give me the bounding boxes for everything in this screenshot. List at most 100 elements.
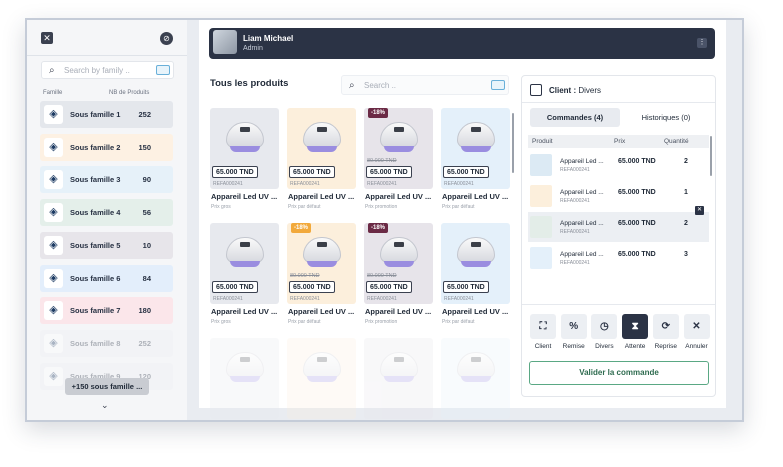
family-thumbnail: ◈ <box>44 333 63 353</box>
uv-lamp-icon <box>303 352 341 382</box>
family-name: Sous famille 2 <box>70 142 121 152</box>
client-scan-icon <box>530 84 542 96</box>
family-thumbnail: ◈ <box>44 235 63 255</box>
order-scrollbar[interactable] <box>710 136 712 176</box>
family-thumbnail: ◈ <box>44 366 63 386</box>
product-column-header: Produit <box>532 138 553 145</box>
old-price: 80.000 TND <box>367 158 397 164</box>
order-line-ref: REFA000241 <box>560 198 590 204</box>
more-menu-icon[interactable]: ⋮ <box>697 38 707 48</box>
order-line-qty[interactable]: 1 <box>684 189 688 196</box>
product-ref: REFA000241 <box>213 181 243 187</box>
search-placeholder: Search by family .. <box>64 66 130 75</box>
old-price: 80.000 TND <box>290 273 320 279</box>
remise-icon[interactable]: % <box>560 314 587 339</box>
price-type: Prix promotion <box>365 204 398 210</box>
family-item[interactable]: ◈ Sous famille 7 180 <box>40 297 173 325</box>
chevron-down-icon[interactable]: ⌄ <box>101 400 109 411</box>
keyboard-icon[interactable] <box>156 65 170 75</box>
product-name: Appareil Led UV ... <box>365 192 432 201</box>
order-line-name: Appareil Led ... <box>560 220 604 227</box>
uv-lamp-icon <box>457 352 495 382</box>
user-name: Liam Michael <box>243 34 294 43</box>
family-name: Sous famille 6 <box>70 273 121 283</box>
close-icon[interactable]: ✕ <box>41 32 53 44</box>
family-column-header: Famille <box>43 90 63 96</box>
order-table-header: Produit Prix Quantité <box>528 135 709 148</box>
product-price: 65.000 TND <box>443 166 489 178</box>
product-price: 65.000 TND <box>289 281 335 293</box>
order-line-name: Appareil Led ... <box>560 251 604 258</box>
family-item[interactable]: ◈ Sous famille 6 84 <box>40 264 173 292</box>
remove-line-icon[interactable]: ✕ <box>695 206 704 215</box>
validate-order-button[interactable]: Valider la commande <box>529 361 709 385</box>
uv-lamp-icon <box>303 237 341 267</box>
price-type: Prix par défaut <box>442 204 475 210</box>
disable-icon[interactable]: ⊘ <box>160 32 173 45</box>
product-ref: REFA000241 <box>367 296 397 302</box>
client-icon[interactable]: ⛶ <box>530 314 556 339</box>
tab-orders[interactable]: Commandes (4) <box>530 108 620 127</box>
family-search-input[interactable]: ⌕ Search by family .. <box>41 61 174 79</box>
discount-badge: -18% <box>291 223 312 233</box>
family-item[interactable]: ◈ Sous famille 1 252 <box>40 101 173 128</box>
family-name: Sous famille 5 <box>70 240 121 250</box>
more-families-button[interactable]: +150 sous famille ... <box>65 378 149 395</box>
product-search-input[interactable]: ⌕ Search .. <box>341 75 509 95</box>
family-item[interactable]: ◈ Sous famille 2 150 <box>40 133 173 161</box>
family-count: 252 <box>138 110 151 119</box>
order-line-qty[interactable]: 2 <box>684 220 688 227</box>
uv-lamp-icon <box>303 122 341 152</box>
action-label: Annuler <box>685 343 708 350</box>
family-item[interactable]: ◈ Sous famille 4 56 <box>40 199 173 227</box>
family-thumbnail: ◈ <box>44 137 63 157</box>
family-count: 252 <box>138 338 151 348</box>
divider <box>522 304 715 305</box>
family-item[interactable]: ◈ Sous famille 8 252 <box>40 329 173 357</box>
family-name: Sous famille 7 <box>70 306 121 316</box>
search-placeholder: Search .. <box>364 81 397 90</box>
attente-icon[interactable]: ⧗ <box>622 314 649 339</box>
product-ref: REFA000241 <box>213 296 243 302</box>
order-line-thumbnail <box>530 154 552 176</box>
order-line-ref: REFA000241 <box>560 260 590 266</box>
product-ref: REFA000241 <box>444 181 474 187</box>
client-label: Client : Divers <box>549 86 602 95</box>
order-line-name: Appareil Led ... <box>560 189 604 196</box>
order-line[interactable]: Appareil Led ... REFA000241 65.000 TND 3 <box>528 243 709 273</box>
family-thumbnail: ◈ <box>44 301 63 321</box>
order-line-qty[interactable]: 3 <box>684 251 688 258</box>
keyboard-icon[interactable] <box>491 80 505 90</box>
uv-lamp-icon <box>380 352 418 382</box>
divider <box>27 55 187 56</box>
family-item[interactable]: ◈ Sous famille 3 90 <box>40 166 173 194</box>
uv-lamp-icon <box>457 237 495 267</box>
count-column-header: NB de Produits <box>109 90 150 96</box>
tab-history[interactable]: Historiques (0) <box>626 108 706 127</box>
order-line[interactable]: Appareil Led ... REFA000241 65.000 TND 1 <box>528 181 709 211</box>
order-line-thumbnail <box>530 185 552 207</box>
price-type: Prix promotion <box>365 319 398 325</box>
family-name: Sous famille 8 <box>70 338 121 348</box>
annuler-icon[interactable]: ✕ <box>683 314 710 339</box>
family-count: 84 <box>142 273 151 283</box>
family-item[interactable]: ◈ Sous famille 5 10 <box>40 231 173 259</box>
family-thumbnail: ◈ <box>44 268 63 288</box>
divider <box>522 102 715 103</box>
family-name: Sous famille 1 <box>70 110 121 119</box>
avatar[interactable] <box>213 30 237 54</box>
product-name: Appareil Led UV ... <box>442 192 509 201</box>
products-scrollbar[interactable] <box>512 113 514 173</box>
order-line-qty[interactable]: 2 <box>684 158 688 165</box>
order-line[interactable]: Appareil Led ... REFA000241 65.000 TND 2… <box>528 206 709 242</box>
price-type: Prix par défaut <box>442 319 475 325</box>
reprise-icon[interactable]: ⟳ <box>652 314 679 339</box>
product-image <box>441 338 510 419</box>
discount-badge: -18% <box>368 223 389 233</box>
order-line[interactable]: Appareil Led ... REFA000241 65.000 TND 2 <box>528 150 709 180</box>
client-value: Divers <box>578 86 602 95</box>
family-sidebar: ✕ ⊘ ⌕ Search by family .. Famille NB de … <box>27 20 187 420</box>
uv-lamp-icon <box>226 237 264 267</box>
divers-icon[interactable]: ◷ <box>591 314 618 339</box>
family-name: Sous famille 4 <box>70 208 121 218</box>
